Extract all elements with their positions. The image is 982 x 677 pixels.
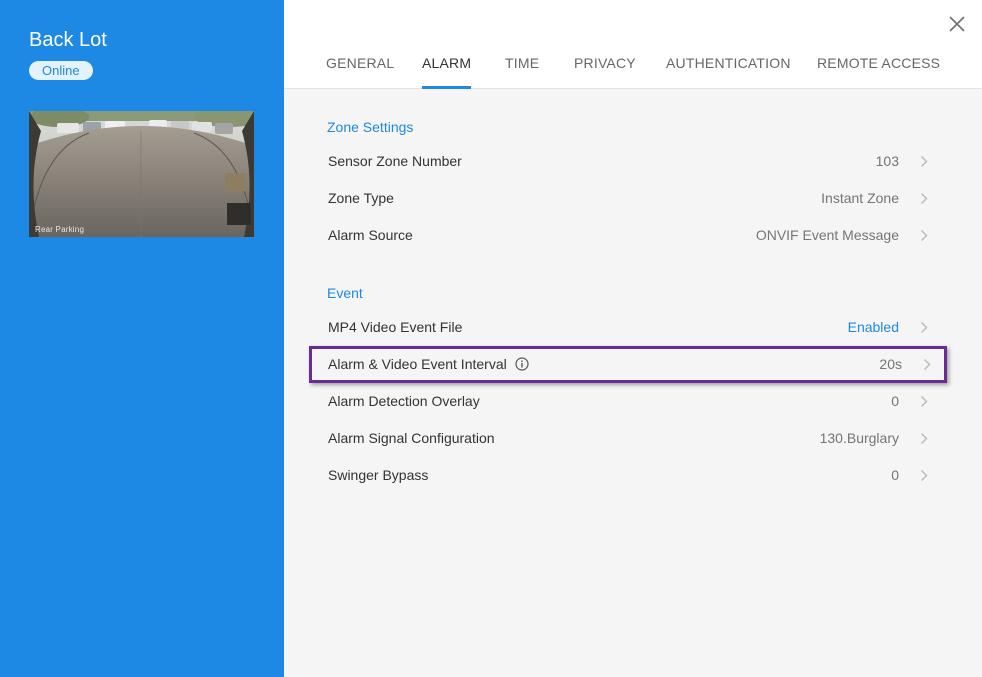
settings-panel: GENERAL ALARM TIME PRIVACY AUTHENTICATIO… [284,0,982,677]
tab-label: ALARM [422,55,472,71]
tab-alarm[interactable]: ALARM [422,55,472,89]
setting-label-wrapper: Alarm & Video Event Interval [328,356,529,372]
tab-bar: GENERAL ALARM TIME PRIVACY AUTHENTICATIO… [284,55,982,89]
camera-thumbnail[interactable]: Rear Parking [29,111,254,237]
status-badge: Online [29,61,93,80]
setting-value: 103 [875,153,899,169]
setting-value: ONVIF Event Message [755,227,899,243]
setting-row-sensor-zone-number[interactable]: Sensor Zone Number 103 [312,143,944,180]
tab-remote-access[interactable]: REMOTE ACCESS [817,55,940,89]
chevron-right-icon [920,155,928,168]
chevron-right-icon [920,395,928,408]
chevron-right-icon [920,192,928,205]
camera-image [29,111,254,237]
info-icon[interactable] [515,357,529,371]
section-title-zone-settings: Zone Settings [327,119,414,135]
tab-privacy[interactable]: PRIVACY [574,55,636,89]
tab-general[interactable]: GENERAL [326,55,394,89]
device-sidebar: Back Lot Online Rear Parking [0,0,284,677]
setting-label: Swinger Bypass [328,467,429,483]
settings-header: GENERAL ALARM TIME PRIVACY AUTHENTICATIO… [284,0,982,89]
section-title-event: Event [327,285,363,301]
setting-value: 130.Burglary [819,430,899,446]
setting-value: Instant Zone [821,190,899,206]
setting-row-swinger-bypass[interactable]: Swinger Bypass 0 [312,457,944,494]
chevron-right-icon [920,432,928,445]
setting-label: Alarm Source [328,227,413,243]
tab-authentication[interactable]: AUTHENTICATION [666,55,791,89]
tab-label: TIME [505,55,540,71]
tab-label: REMOTE ACCESS [817,55,941,71]
close-icon [949,16,965,32]
setting-value: 0 [891,393,899,409]
setting-label: Alarm Detection Overlay [328,393,480,409]
tab-label: AUTHENTICATION [666,55,791,71]
setting-label: MP4 Video Event File [328,319,463,335]
setting-label: Alarm Signal Configuration [328,430,495,446]
setting-label: Zone Type [328,190,394,206]
active-tab-indicator [422,86,472,89]
setting-value: 20s [879,356,902,372]
tab-label: PRIVACY [574,55,636,71]
setting-row-alarm-detection-overlay[interactable]: Alarm Detection Overlay 0 [312,383,944,420]
tab-label: GENERAL [326,55,395,71]
chevron-right-icon [920,469,928,482]
setting-row-mp4-video-event-file[interactable]: MP4 Video Event File Enabled [312,309,944,346]
setting-label: Alarm & Video Event Interval [328,356,507,372]
setting-value: 0 [891,467,899,483]
setting-value: Enabled [847,319,899,335]
chevron-right-icon [920,321,928,334]
setting-row-zone-type[interactable]: Zone Type Instant Zone [312,180,944,217]
setting-row-alarm-source[interactable]: Alarm Source ONVIF Event Message [312,217,944,254]
setting-label: Sensor Zone Number [328,153,462,169]
device-name: Back Lot [29,29,107,51]
setting-row-alarm-signal-configuration[interactable]: Alarm Signal Configuration 130.Burglary [312,420,944,457]
device-settings-dialog: Back Lot Online Rear Parking GENERAL ALA… [0,0,982,677]
chevron-right-icon [920,229,928,242]
camera-caption: Rear Parking [35,225,85,234]
tab-time[interactable]: TIME [505,55,539,89]
close-button[interactable] [946,13,968,35]
chevron-right-icon [923,358,931,371]
setting-row-alarm-video-event-interval[interactable]: Alarm & Video Event Interval 20s [309,346,947,383]
